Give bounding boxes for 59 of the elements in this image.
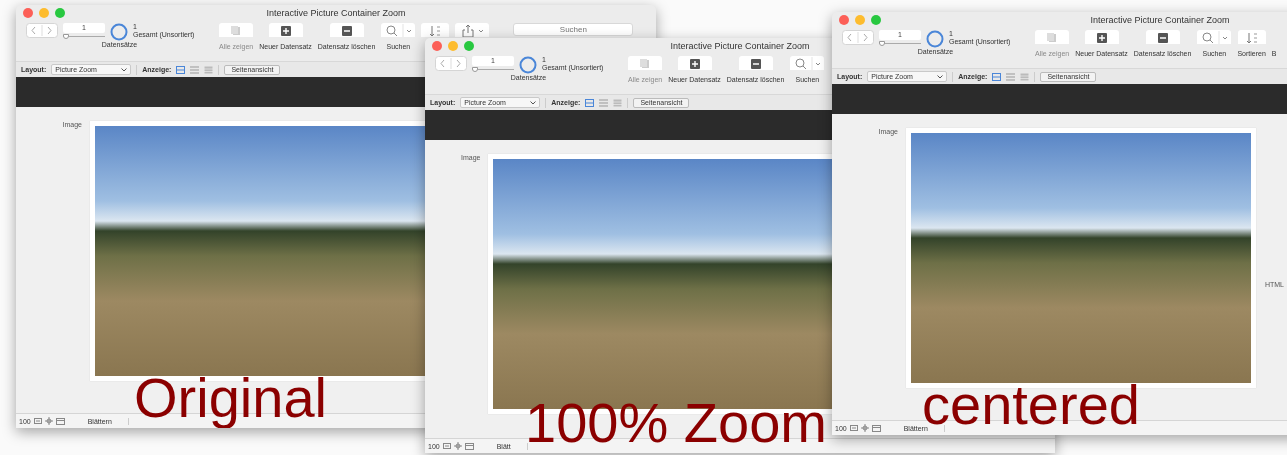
search-icon[interactable] [790,56,825,70]
minimize-icon[interactable] [448,41,458,51]
toggle-status-icon[interactable] [55,417,65,425]
zoom-out-icon[interactable] [33,418,42,424]
pie-chart-icon [110,23,128,41]
close-icon[interactable] [839,15,849,25]
toggle-status-icon[interactable] [464,442,474,450]
minimize-icon[interactable] [855,15,865,25]
chevron-icon [530,100,537,105]
close-icon[interactable] [23,8,33,18]
pie-chart-icon [519,56,537,74]
form-view-icon[interactable] [176,65,186,74]
zoom-icon[interactable] [464,41,474,51]
back-forward-icon[interactable] [842,30,874,45]
record-slider[interactable] [63,34,105,40]
plus-icon[interactable] [268,23,303,37]
list-view-icon[interactable] [190,65,200,74]
back-forward-icon[interactable] [435,56,467,71]
chevron-icon [937,74,944,79]
table-view-icon[interactable] [1020,72,1030,81]
search-icon[interactable] [381,23,416,37]
plus-icon[interactable] [677,56,712,70]
plus-icon[interactable] [1084,30,1119,44]
back-forward-icon[interactable] [26,23,58,38]
slider-thumb[interactable] [63,34,69,39]
list-view-icon[interactable] [599,98,609,107]
window-title: Interactive Picture Container Zoom [670,41,810,51]
record-slider[interactable] [879,41,921,47]
sort-icon[interactable] [421,23,450,37]
search-icon[interactable] [1197,30,1232,44]
table-view-icon[interactable] [204,65,214,74]
table-view-icon[interactable] [613,98,623,107]
zoom-in-icon[interactable] [453,442,462,450]
sort-icon[interactable] [1237,30,1266,44]
close-icon[interactable] [432,41,442,51]
pie-chart-icon [926,30,944,48]
chevron-icon [121,67,128,72]
slider-thumb[interactable] [879,41,885,46]
slider-thumb[interactable] [472,67,478,72]
zoom-icon[interactable] [55,8,65,18]
form-view-icon[interactable] [992,72,1002,81]
minus-icon[interactable] [738,56,773,70]
zoom-out-icon[interactable] [849,425,858,431]
window-title: Interactive Picture Container Zoom [266,8,406,18]
zoom-in-icon[interactable] [44,417,53,425]
record-slider[interactable] [472,67,514,73]
window-title: Interactive Picture Container Zoom [1090,15,1230,25]
zoom-out-icon[interactable] [442,443,451,449]
form-view-icon[interactable] [585,98,595,107]
minus-icon[interactable] [329,23,364,37]
share-icon[interactable] [455,23,490,37]
zoom-icon[interactable] [871,15,881,25]
list-view-icon[interactable] [1006,72,1016,81]
minimize-icon[interactable] [39,8,49,18]
toggle-status-icon[interactable] [871,424,881,432]
search-field[interactable]: Suchen [513,23,634,36]
caption-text: 100% Zoom [525,395,827,451]
zoom-in-icon[interactable] [860,424,869,432]
minus-icon[interactable] [1145,30,1180,44]
